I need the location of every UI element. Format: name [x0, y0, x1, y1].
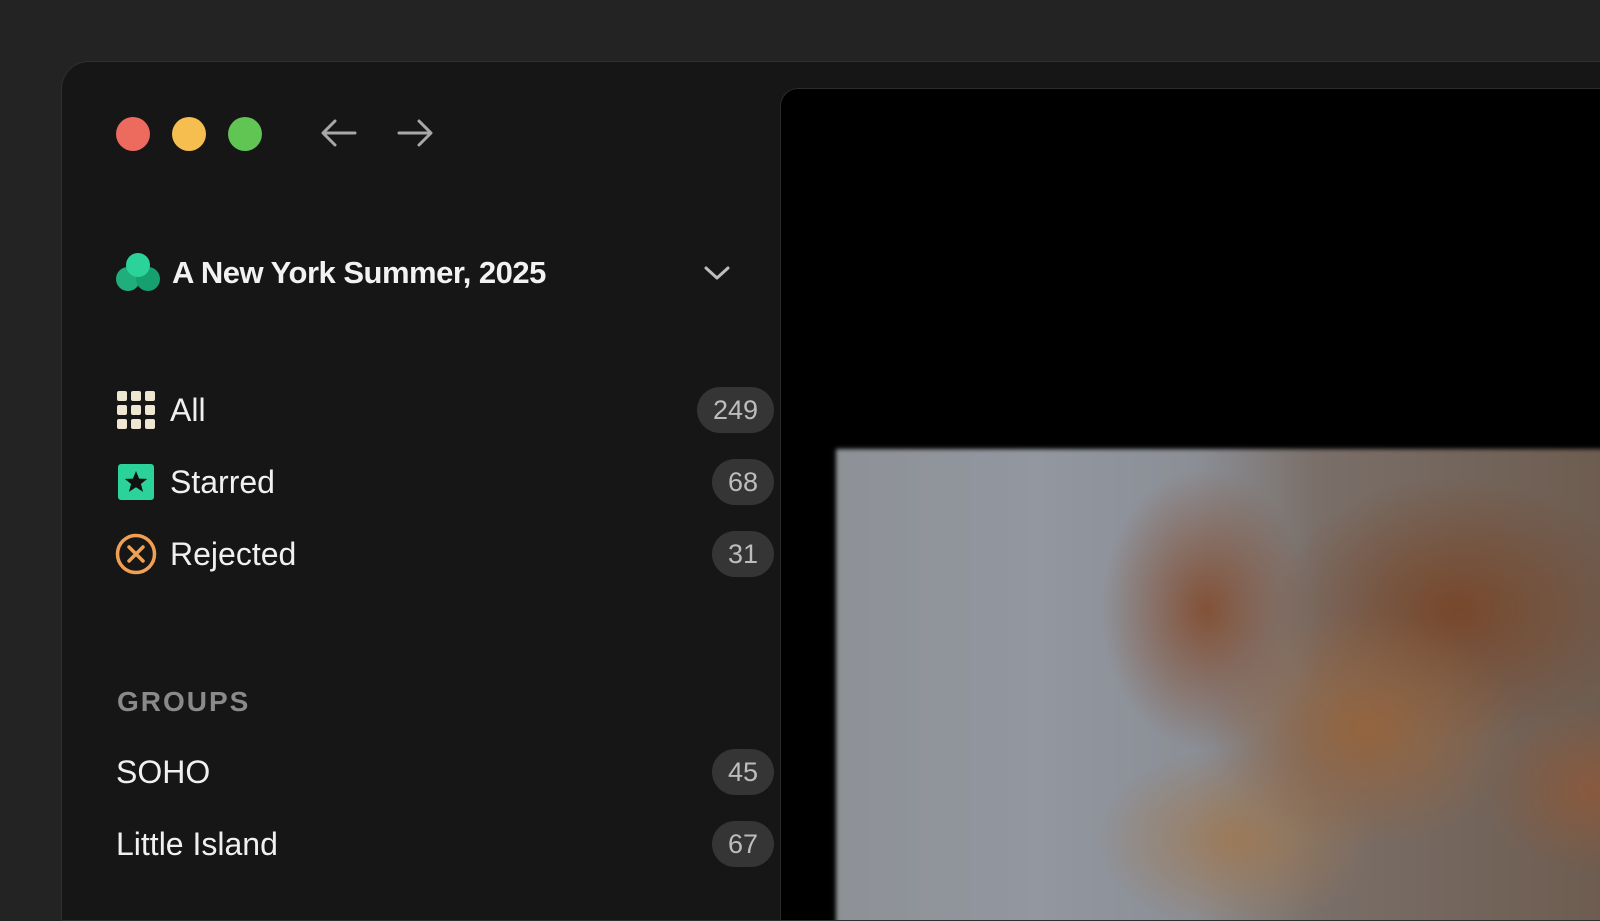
arrow-left-icon: [321, 119, 357, 147]
count-badge: 67: [711, 821, 774, 867]
album-title: A New York Summer, 2025: [172, 255, 546, 290]
maximize-window-button[interactable]: [228, 117, 262, 151]
arrow-right-icon: [397, 119, 433, 147]
app-window: A New York Summer, 2025 All 249 Starred …: [61, 61, 1600, 921]
group-item-label: Little Island: [116, 825, 278, 862]
sidebar-item-label: Rejected: [170, 535, 297, 572]
group-item-label: SOHO: [116, 753, 211, 790]
count-badge: 249: [696, 387, 774, 433]
sidebar-item-rejected[interactable]: Rejected 31: [114, 529, 800, 579]
group-item-soho[interactable]: SOHO 45: [114, 747, 800, 797]
count-badge: 31: [711, 531, 774, 577]
sidebar-item-label: Starred: [170, 463, 275, 500]
grid-icon: [114, 388, 158, 432]
count-badge: 68: [711, 459, 774, 505]
sidebar: A New York Summer, 2025 All 249 Starred …: [62, 62, 794, 920]
photo-viewer-panel: [780, 88, 1600, 920]
sidebar-item-label: All: [170, 391, 206, 428]
count-badge: 45: [711, 749, 774, 795]
group-item-little-island[interactable]: Little Island 67: [114, 819, 800, 869]
sidebar-item-all[interactable]: All 249: [114, 385, 800, 435]
forward-button[interactable]: [394, 114, 436, 152]
star-icon: [114, 460, 158, 504]
back-button[interactable]: [318, 114, 360, 152]
chevron-down-icon[interactable]: [702, 258, 732, 288]
x-circle-icon: [114, 532, 158, 576]
close-window-button[interactable]: [116, 117, 150, 151]
minimize-window-button[interactable]: [172, 117, 206, 151]
photo-preview[interactable]: [836, 449, 1600, 920]
sidebar-item-starred[interactable]: Starred 68: [114, 457, 800, 507]
album-selector[interactable]: A New York Summer, 2025: [114, 250, 732, 296]
groups-section-header: GROUPS: [117, 686, 251, 717]
three-circles-logo: [114, 251, 162, 295]
